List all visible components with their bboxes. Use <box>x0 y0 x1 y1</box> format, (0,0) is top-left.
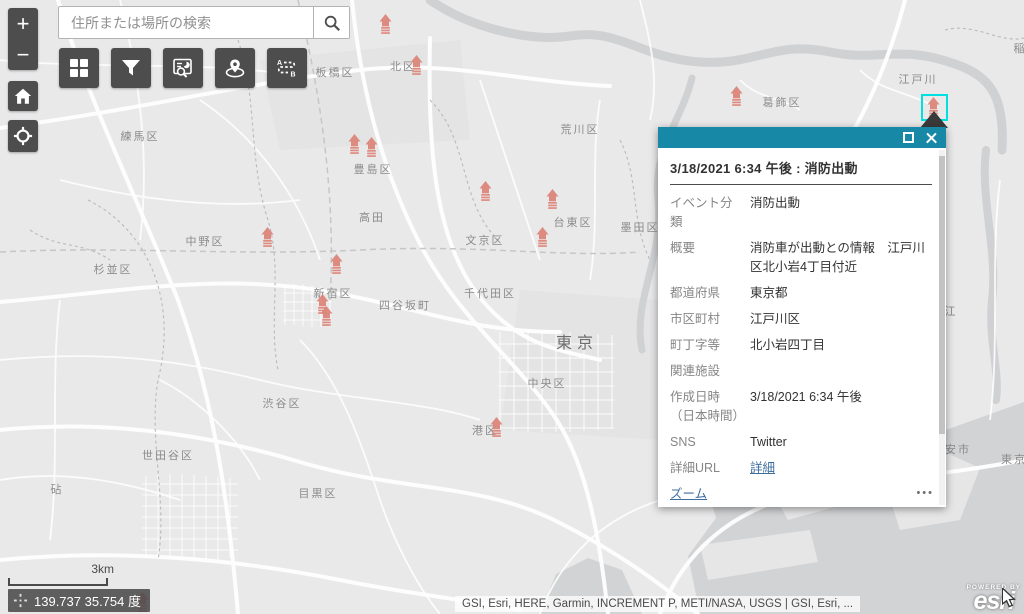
mouse-cursor <box>1002 588 1016 608</box>
fire-event-marker[interactable] <box>320 306 333 326</box>
popup-footer: ズーム ••• <box>670 483 934 502</box>
scale-label: 3km <box>91 562 114 576</box>
search-input[interactable] <box>59 7 313 38</box>
basemap-gallery-button[interactable] <box>59 48 99 88</box>
map-application: 板橋区北区荒川区葛飾区江戸川稲練馬区豊島区高田台東区墨田区中野区文京区杉並区新宿… <box>0 0 1024 614</box>
fire-event-marker[interactable] <box>410 55 423 75</box>
popup-title: 3/18/2021 6:34 午後 : 消防出動 <box>670 156 932 185</box>
field-label: 詳細URL <box>670 459 740 478</box>
fire-event-marker[interactable] <box>479 181 492 201</box>
fire-event-marker[interactable] <box>730 86 743 106</box>
scale-bar: 3km <box>8 578 108 586</box>
coordinate-readout: 139.737 35.754 度 <box>34 591 141 610</box>
close-icon[interactable] <box>926 132 937 143</box>
coordinate-widget[interactable]: 139.737 35.754 度 <box>8 589 150 612</box>
feature-popup: 3/18/2021 6:34 午後 : 消防出動 イベント分類消防出動概要消防車… <box>658 127 946 507</box>
svg-text:B: B <box>291 72 296 79</box>
field-label: 町丁字等 <box>670 336 740 355</box>
field-label: イベント分類 <box>670 194 740 232</box>
zoom-in-button[interactable]: + <box>8 8 38 39</box>
near-me-button[interactable] <box>215 48 255 88</box>
field-value: 東京都 <box>750 284 932 303</box>
basemap-grid-icon <box>68 57 90 79</box>
zoom-control: + − <box>8 8 38 70</box>
fire-event-marker[interactable] <box>379 14 392 34</box>
map-attribution: GSI, Esri, HERE, Garmin, INCREMENT P, ME… <box>455 596 860 612</box>
field-label: 市区町村 <box>670 310 740 329</box>
fire-event-marker[interactable] <box>536 227 549 247</box>
field-value <box>750 362 932 381</box>
field-label: 都道府県 <box>670 284 740 303</box>
field-value: 詳細 <box>750 459 932 478</box>
field-label: 関連施設 <box>670 362 740 381</box>
zoom-out-button[interactable]: − <box>8 39 38 70</box>
fire-event-marker[interactable] <box>330 254 343 274</box>
filter-icon <box>120 57 142 79</box>
field-value: Twitter <box>750 433 932 452</box>
directions-ab-icon: AB <box>275 57 299 79</box>
popup-body: 3/18/2021 6:34 午後 : 消防出動 イベント分類消防出動概要消防車… <box>658 148 946 483</box>
home-icon <box>13 86 33 106</box>
fire-event-marker[interactable] <box>490 417 503 437</box>
locate-button[interactable] <box>8 120 38 152</box>
maximize-icon[interactable] <box>903 132 914 143</box>
search-button[interactable] <box>313 7 349 38</box>
field-label: 概要 <box>670 239 740 277</box>
search-icon <box>323 14 341 32</box>
widget-toolbar: AB <box>59 48 307 88</box>
search-box <box>58 6 350 39</box>
popup-title-bar <box>658 127 946 148</box>
field-label: 作成日時（日本時間） <box>670 388 740 426</box>
detail-url-link[interactable]: 詳細 <box>750 461 775 475</box>
fire-event-marker[interactable] <box>546 189 559 209</box>
svg-text:A: A <box>277 60 282 67</box>
zoom-to-link[interactable]: ズーム <box>670 483 707 502</box>
field-value: 消防車が出動との情報 江戸川区北小岩4丁目付近 <box>750 239 932 277</box>
field-value: 消防出動 <box>750 194 932 232</box>
field-value: 北小岩四丁目 <box>750 336 932 355</box>
fire-event-marker[interactable] <box>261 227 274 247</box>
field-label: SNS <box>670 433 740 452</box>
report-query-button[interactable] <box>163 48 203 88</box>
report-query-icon <box>172 57 194 79</box>
locate-icon <box>13 126 33 146</box>
directions-button[interactable]: AB <box>267 48 307 88</box>
attribute-table: イベント分類消防出動概要消防車が出動との情報 江戸川区北小岩4丁目付近都道府県東… <box>670 194 932 478</box>
popup-pointer <box>920 111 948 128</box>
popup-scrollbar[interactable] <box>939 150 945 505</box>
fire-event-marker[interactable] <box>365 137 378 157</box>
filter-button[interactable] <box>111 48 151 88</box>
more-actions-button[interactable]: ••• <box>916 487 934 499</box>
near-me-icon <box>224 57 246 79</box>
crosshair-icon <box>13 593 28 608</box>
home-button[interactable] <box>8 81 38 111</box>
fire-event-marker[interactable] <box>348 134 361 154</box>
popup-scrollbar-thumb[interactable] <box>939 156 945 434</box>
field-value: 3/18/2021 6:34 午後 <box>750 388 932 426</box>
field-value: 江戸川区 <box>750 310 932 329</box>
